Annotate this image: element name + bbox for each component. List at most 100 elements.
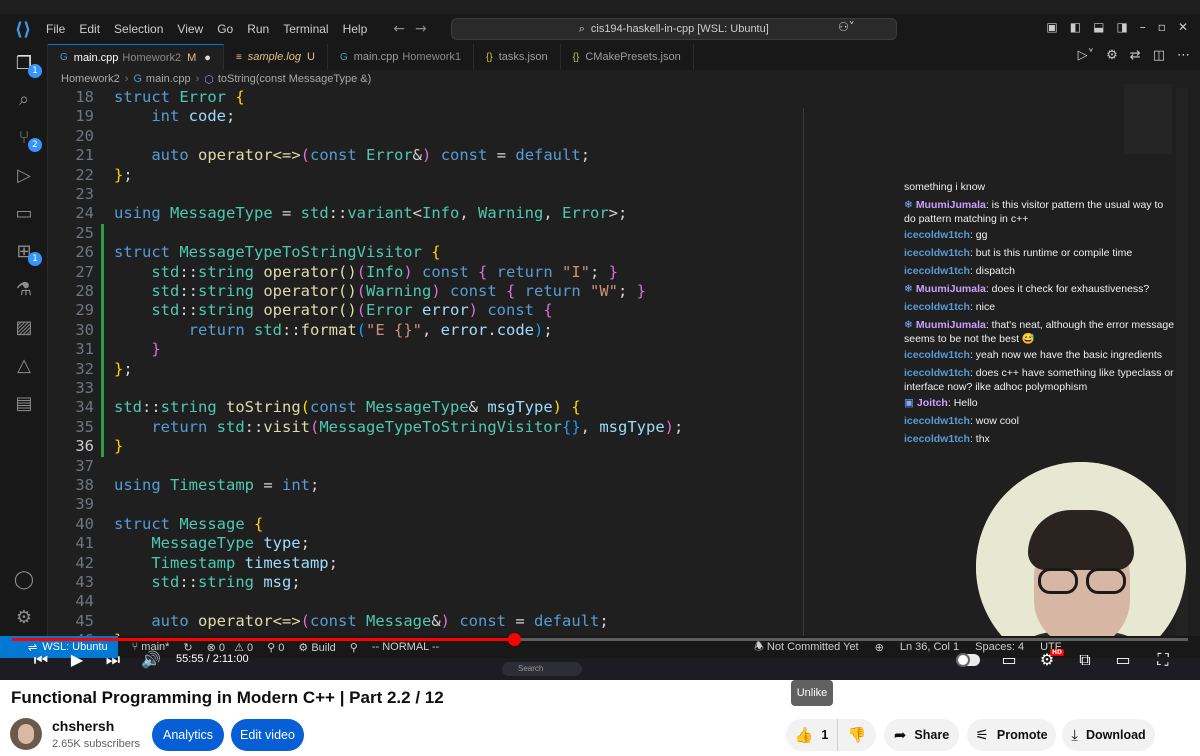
code-line[interactable]: 30 return std::format("E {}", error.code… bbox=[48, 321, 808, 340]
minimap[interactable] bbox=[1124, 84, 1172, 154]
skip-next-icon[interactable]: ⏭ bbox=[100, 648, 126, 672]
chat-username[interactable]: icecoldw1tch bbox=[904, 301, 970, 313]
breadcrumb-file[interactable]: main.cpp bbox=[146, 73, 191, 85]
code-line[interactable]: 18 struct Error { bbox=[48, 88, 808, 107]
manage-gear-icon[interactable]: ⚙ bbox=[12, 606, 36, 630]
chat-username[interactable]: icecoldw1tch bbox=[904, 349, 970, 361]
tab-tasks-json[interactable]: {} tasks.json bbox=[474, 44, 561, 70]
command-center-search[interactable]: ⌕ cis194-haskell-in-cpp [WSL: Ubuntu] bbox=[450, 18, 897, 40]
code-line[interactable]: 40 struct Message { bbox=[48, 515, 808, 534]
volume-icon[interactable]: 🔊 bbox=[138, 648, 164, 672]
breadcrumb-folder[interactable]: Homework2 bbox=[61, 73, 120, 85]
code-line[interactable]: 21 auto operator<=>(const Error&) const … bbox=[48, 146, 808, 165]
split-editor-icon[interactable]: ◫ bbox=[1153, 48, 1165, 63]
chat-username[interactable]: MuumiJumala bbox=[916, 319, 986, 331]
menu-help[interactable]: Help bbox=[343, 22, 368, 36]
code-line[interactable]: 39 bbox=[48, 495, 808, 514]
menu-selection[interactable]: Selection bbox=[114, 22, 163, 36]
code-line[interactable]: 36} bbox=[48, 437, 808, 456]
code-line[interactable]: 45 auto operator<=>(const Message&) cons… bbox=[48, 612, 808, 631]
menu-edit[interactable]: Edit bbox=[79, 22, 100, 36]
more-actions-icon[interactable]: ⋯ bbox=[1177, 48, 1190, 63]
download-button[interactable]: ⤓ Download bbox=[1062, 719, 1155, 751]
chart-icon[interactable]: ▨ bbox=[12, 316, 36, 340]
video-progress-bar[interactable] bbox=[12, 633, 1188, 646]
code-line[interactable]: 33 bbox=[48, 379, 808, 398]
like-button[interactable]: 👍 1 bbox=[786, 719, 838, 751]
autoplay-toggle[interactable] bbox=[956, 653, 980, 667]
code-line[interactable]: 28 std::string operator()(Warning) const… bbox=[48, 282, 808, 301]
tab-main-cpp-homework2[interactable]: G main.cpp Homework2 M ● bbox=[48, 44, 224, 70]
testing-icon[interactable]: ⚗ bbox=[12, 278, 36, 302]
account-icon[interactable]: ◯ bbox=[12, 568, 36, 592]
code-line[interactable]: 32}; bbox=[48, 360, 808, 379]
code-line[interactable]: 22}; bbox=[48, 166, 808, 185]
subtitles-icon[interactable]: ▭ bbox=[996, 648, 1022, 672]
code-line[interactable]: 29 std::string operator()(Error error) c… bbox=[48, 301, 808, 320]
unsaved-dot-icon[interactable]: ● bbox=[204, 52, 211, 64]
chat-username[interactable]: MuumiJumala bbox=[916, 199, 986, 211]
chat-username[interactable]: MuumiJumala bbox=[916, 283, 986, 295]
code-line[interactable]: 25 bbox=[48, 224, 808, 243]
code-line[interactable]: 41 MessageType type; bbox=[48, 534, 808, 553]
code-line[interactable]: 23 bbox=[48, 185, 808, 204]
chat-username[interactable]: Joitch bbox=[917, 397, 948, 409]
minimize-icon[interactable]: – bbox=[1140, 20, 1146, 34]
chat-username[interactable]: icecoldw1tch bbox=[904, 265, 970, 277]
channel-avatar[interactable] bbox=[10, 718, 42, 750]
chat-username[interactable]: icecoldw1tch bbox=[904, 433, 970, 445]
code-editor[interactable]: 18 struct Error {19 int code; 20 21 auto op… bbox=[48, 88, 1138, 636]
toggle-panel-icon[interactable]: ⬓ bbox=[1093, 20, 1104, 34]
menu-terminal[interactable]: Terminal bbox=[283, 22, 328, 36]
share-button[interactable]: ➦ Share bbox=[884, 719, 959, 751]
nav-back-forward-icon[interactable]: ←→ bbox=[393, 21, 436, 37]
code-line[interactable]: 19 int code; bbox=[48, 107, 808, 126]
theater-icon[interactable]: ▭ bbox=[1110, 648, 1136, 672]
settings-gear-icon[interactable]: ⚙ bbox=[1106, 48, 1118, 63]
menu-go[interactable]: Go bbox=[217, 22, 233, 36]
play-icon[interactable]: ▶ bbox=[64, 648, 90, 672]
menu-run[interactable]: Run bbox=[247, 22, 269, 36]
copilot-icon[interactable]: ⚇˅ bbox=[838, 20, 855, 34]
skip-previous-icon[interactable]: ⏮ bbox=[28, 648, 54, 672]
dislike-button[interactable]: 👎 bbox=[838, 719, 876, 751]
compare-icon[interactable]: ⇄ bbox=[1130, 48, 1141, 63]
code-line[interactable]: 38 using Timestamp = int; bbox=[48, 476, 808, 495]
edit-video-button[interactable]: Edit video bbox=[231, 719, 304, 751]
code-line[interactable]: 27 std::string operator()(Info) const { … bbox=[48, 263, 808, 282]
code-line[interactable]: 37 bbox=[48, 457, 808, 476]
breadcrumb-symbol[interactable]: toString(const MessageType &) bbox=[218, 73, 371, 85]
code-line[interactable]: 20 bbox=[48, 127, 808, 146]
code-line[interactable]: 42 Timestamp timestamp; bbox=[48, 554, 808, 573]
code-line[interactable]: 34 std::string toString(const MessageType… bbox=[48, 398, 808, 417]
menu-file[interactable]: File bbox=[46, 22, 65, 36]
toggle-sidebar-icon[interactable]: ◧ bbox=[1070, 20, 1081, 34]
fullscreen-icon[interactable]: ⛶ bbox=[1150, 648, 1176, 672]
close-icon[interactable]: ✕ bbox=[1178, 20, 1188, 34]
tab-cmakepresets-json[interactable]: {} CMakePresets.json bbox=[561, 44, 694, 70]
cmake-icon[interactable]: △ bbox=[12, 354, 36, 378]
menu-view[interactable]: View bbox=[177, 22, 203, 36]
toggle-secondary-sidebar-icon[interactable]: ◨ bbox=[1116, 20, 1127, 34]
code-line[interactable]: 31 } bbox=[48, 340, 808, 359]
search-icon[interactable]: ⌕ bbox=[12, 88, 36, 112]
analytics-button[interactable]: Analytics bbox=[152, 719, 224, 751]
miniplayer-icon[interactable]: ⧉ bbox=[1072, 648, 1098, 672]
layout-icon[interactable]: ▣ bbox=[1046, 20, 1057, 34]
tab-main-cpp-homework1[interactable]: G main.cpp Homework1 bbox=[328, 44, 475, 70]
chat-username[interactable]: icecoldw1tch bbox=[904, 247, 970, 259]
tab-sample-log[interactable]: ≡ sample.log U bbox=[224, 44, 328, 70]
code-line[interactable]: 44 bbox=[48, 592, 808, 611]
channel-name[interactable]: chshersh bbox=[52, 718, 114, 734]
maximize-icon[interactable]: ▫ bbox=[1158, 20, 1166, 34]
remote-explorer-icon[interactable]: ▭ bbox=[12, 202, 36, 226]
code-line[interactable]: 24 using MessageType = std::variant<Info,… bbox=[48, 204, 808, 223]
chat-username[interactable]: icecoldw1tch bbox=[904, 367, 970, 379]
promote-button[interactable]: ⚟ Promote bbox=[967, 719, 1056, 751]
code-line[interactable]: 35 return std::visit(MessageTypeToString… bbox=[48, 418, 808, 437]
docker-icon[interactable]: ▤ bbox=[12, 392, 36, 416]
code-line[interactable]: 43 std::string msg; bbox=[48, 573, 808, 592]
run-debug-icon[interactable]: ▷ bbox=[12, 164, 36, 188]
chat-username[interactable]: icecoldw1tch bbox=[904, 415, 970, 427]
video-player[interactable]: ⟨⟩ File Edit Selection View Go Run Termi… bbox=[0, 0, 1200, 680]
